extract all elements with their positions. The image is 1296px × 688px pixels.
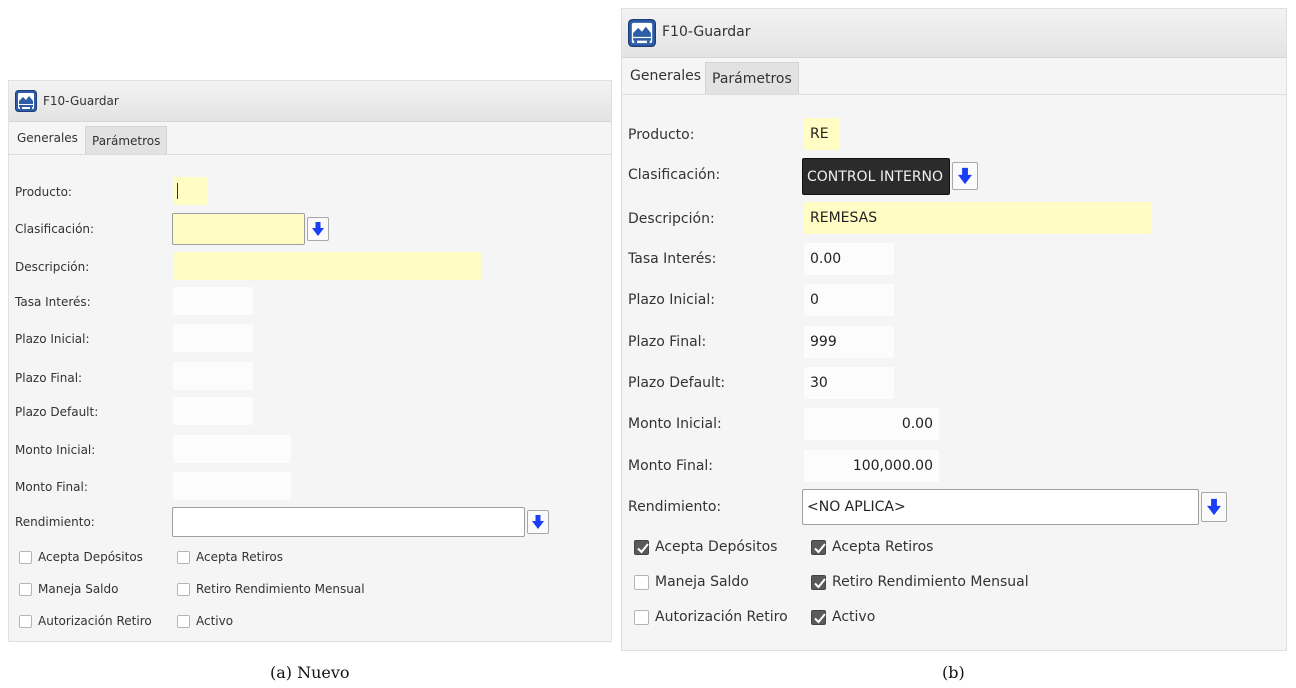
clasificacion-dropdown-button[interactable] <box>307 217 329 241</box>
checkbox-box[interactable] <box>177 582 190 596</box>
app-form-icon <box>628 19 656 47</box>
monto-inicial-field[interactable]: 0.00 <box>804 408 939 440</box>
checkmark-icon <box>814 577 826 588</box>
checkbox-activo[interactable]: Activo <box>811 606 875 628</box>
checkbox-box[interactable] <box>634 609 649 625</box>
window-title: F10-Guardar <box>43 94 119 108</box>
tab-parametros[interactable]: Parámetros <box>85 126 168 154</box>
checkbox-maneja-saldo[interactable]: Maneja Saldo <box>19 579 118 599</box>
checkbox-acepta-depositos[interactable]: Acepta Depósitos <box>19 547 143 567</box>
producto-field[interactable] <box>173 177 207 205</box>
label-plazo-default: Plazo Default: <box>15 405 99 419</box>
label-producto: Producto: <box>628 127 695 143</box>
title-bar: F10-Guardar <box>622 9 1286 58</box>
rendimiento-dropdown-button[interactable] <box>1201 492 1227 522</box>
label-monto-inicial: Monto Inicial: <box>15 443 96 457</box>
rendimiento-field[interactable]: <NO APLICA> <box>802 489 1199 525</box>
monto-inicial-field[interactable] <box>173 435 291 463</box>
label-plazo-inicial: Plazo Inicial: <box>15 332 90 346</box>
tab-generales[interactable]: Generales <box>11 122 84 154</box>
checkbox-activo[interactable]: Activo <box>177 611 233 631</box>
tab-parametros[interactable]: Parámetros <box>705 62 799 94</box>
label-rendimiento: Rendimiento: <box>628 499 722 515</box>
arrow-down-icon <box>312 222 324 236</box>
monto-final-field[interactable] <box>173 472 291 500</box>
checkbox-autorizacion-retiro[interactable]: Autorización Retiro <box>19 611 152 631</box>
rendimiento-field[interactable] <box>172 507 525 537</box>
label-clasificacion: Clasificación: <box>15 222 95 236</box>
tab-bar: Generales Parámetros <box>9 122 611 155</box>
arrow-down-icon <box>958 167 972 185</box>
checkbox-retiro-rendimiento-mensual[interactable]: Retiro Rendimiento Mensual <box>811 571 1029 593</box>
checkbox-box[interactable] <box>811 574 826 590</box>
checkbox-box[interactable] <box>634 574 649 590</box>
form-window-nuevo: F10-Guardar Generales Parámetros Product… <box>8 80 612 642</box>
clasificacion-dropdown-button[interactable] <box>952 162 978 190</box>
label-tasa-interes: Tasa Interés: <box>15 295 91 309</box>
plazo-final-field[interactable]: 999 <box>804 326 894 358</box>
text-cursor <box>177 183 178 199</box>
checkbox-acepta-depositos[interactable]: Acepta Depósitos <box>634 536 777 558</box>
checkmark-icon <box>814 612 826 623</box>
checkbox-acepta-retiros[interactable]: Acepta Retiros <box>177 547 283 567</box>
form-window-editar: F10-Guardar Generales Parámetros Product… <box>621 8 1287 651</box>
checkbox-box[interactable] <box>634 539 649 555</box>
monto-final-field[interactable]: 100,000.00 <box>804 450 939 482</box>
label-rendimiento: Rendimiento: <box>15 515 95 529</box>
plazo-inicial-field[interactable] <box>173 324 253 352</box>
clasificacion-field[interactable] <box>172 213 305 245</box>
checkbox-box[interactable] <box>19 550 32 564</box>
checkbox-box[interactable] <box>19 582 32 596</box>
plazo-inicial-field[interactable]: 0 <box>804 284 894 316</box>
caption-a: (a) Nuevo <box>270 663 350 682</box>
descripcion-field[interactable] <box>173 252 481 280</box>
tab-bar: Generales Parámetros <box>622 58 1286 95</box>
app-form-icon <box>15 90 37 112</box>
tasa-interes-field[interactable]: 0.00 <box>804 243 894 275</box>
plazo-final-field[interactable] <box>173 362 253 390</box>
label-descripcion: Descripción: <box>15 260 90 274</box>
producto-field[interactable]: RE <box>804 118 840 150</box>
label-tasa-interes: Tasa Interés: <box>628 251 717 267</box>
arrow-down-icon <box>532 515 544 529</box>
label-plazo-final: Plazo Final: <box>628 334 707 350</box>
label-clasificacion: Clasificación: <box>628 167 721 183</box>
label-descripcion: Descripción: <box>628 211 715 227</box>
label-monto-final: Monto Final: <box>628 458 714 474</box>
plazo-default-field[interactable] <box>173 397 253 425</box>
arrow-down-icon <box>1207 498 1221 516</box>
checkbox-acepta-retiros[interactable]: Acepta Retiros <box>811 536 933 558</box>
checkmark-icon <box>637 542 649 553</box>
rendimiento-dropdown-button[interactable] <box>527 510 549 534</box>
label-producto: Producto: <box>15 185 72 199</box>
checkbox-box[interactable] <box>811 539 826 555</box>
descripcion-field[interactable]: REMESAS <box>804 202 1151 234</box>
title-bar: F10-Guardar <box>9 81 611 122</box>
plazo-default-field[interactable]: 30 <box>804 367 894 399</box>
caption-b: (b) <box>942 663 965 682</box>
clasificacion-field[interactable]: CONTROL INTERNO <box>802 158 950 195</box>
checkbox-box[interactable] <box>177 550 190 564</box>
window-title: F10-Guardar <box>662 24 751 40</box>
label-monto-final: Monto Final: <box>15 480 88 494</box>
checkbox-box[interactable] <box>811 609 826 625</box>
tasa-interes-field[interactable] <box>173 287 253 315</box>
checkbox-autorizacion-retiro[interactable]: Autorización Retiro <box>634 606 788 628</box>
checkbox-maneja-saldo[interactable]: Maneja Saldo <box>634 571 749 593</box>
label-plazo-inicial: Plazo Inicial: <box>628 292 715 308</box>
label-monto-inicial: Monto Inicial: <box>628 416 722 432</box>
checkbox-retiro-rendimiento-mensual[interactable]: Retiro Rendimiento Mensual <box>177 579 365 599</box>
tab-generales[interactable]: Generales <box>624 58 707 94</box>
checkmark-icon <box>814 542 826 553</box>
checkbox-box[interactable] <box>177 614 190 628</box>
label-plazo-final: Plazo Final: <box>15 371 83 385</box>
checkbox-box[interactable] <box>19 614 32 628</box>
label-plazo-default: Plazo Default: <box>628 375 726 391</box>
